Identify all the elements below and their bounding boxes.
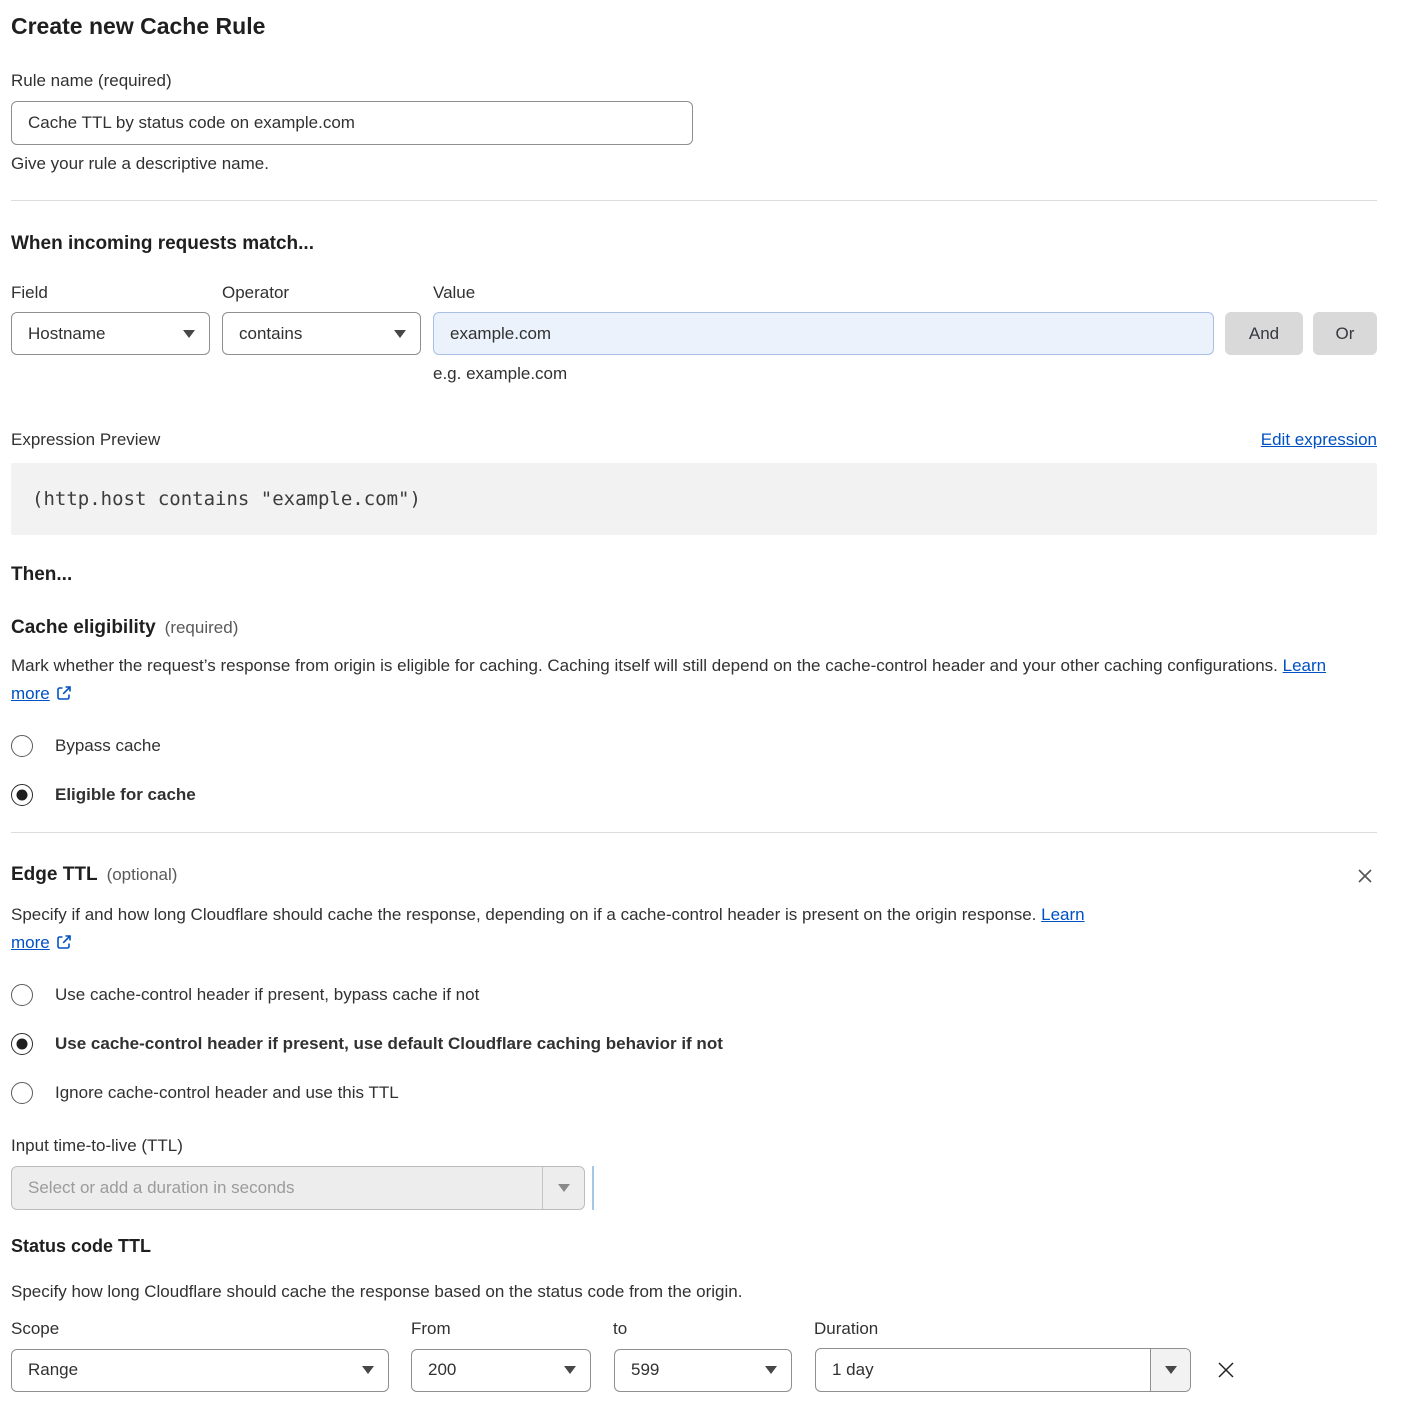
section-divider bbox=[11, 200, 1377, 201]
edge-ttl-description: Specify if and how long Cloudflare shoul… bbox=[11, 901, 1116, 957]
radio-option-ignore-cc[interactable]: Ignore cache-control header and use this… bbox=[11, 1082, 1377, 1104]
radio-label: Bypass cache bbox=[55, 736, 161, 756]
radio-label: Use cache-control header if present, use… bbox=[55, 1034, 723, 1054]
radio-selected-icon[interactable] bbox=[11, 1033, 33, 1055]
cache-eligibility-description-text: Mark whether the request’s response from… bbox=[11, 656, 1278, 675]
chevron-down-icon bbox=[183, 330, 195, 338]
and-button[interactable]: And bbox=[1225, 312, 1303, 355]
expression-code: (http.host contains "example.com") bbox=[32, 488, 421, 510]
operator-select[interactable]: contains bbox=[222, 312, 421, 355]
radio-option-cc-bypass[interactable]: Use cache-control header if present, byp… bbox=[11, 984, 1377, 1006]
ttl-select-arrow-button[interactable] bbox=[542, 1167, 584, 1209]
radio-unselected-icon[interactable] bbox=[11, 735, 33, 757]
chevron-down-icon bbox=[564, 1366, 576, 1374]
radio-option-eligible-for-cache[interactable]: Eligible for cache bbox=[11, 784, 1377, 806]
match-labels-row: Field Operator Value bbox=[11, 283, 1377, 303]
cache-eligibility-heading: Cache eligibility bbox=[11, 617, 156, 639]
status-code-ttl-description: Specify how long Cloudflare should cache… bbox=[11, 1278, 1377, 1306]
external-link-icon bbox=[56, 931, 72, 947]
create-cache-rule-form: Create new Cache Rule Rule name (require… bbox=[0, 0, 1412, 1416]
edit-expression-link[interactable]: Edit expression bbox=[1261, 430, 1377, 450]
status-code-ttl-heading: Status code TTL bbox=[11, 1236, 1377, 1257]
chevron-down-icon bbox=[558, 1184, 570, 1192]
cache-eligibility-description: Mark whether the request’s response from… bbox=[11, 652, 1356, 708]
from-select-value: 200 bbox=[428, 1360, 554, 1380]
expression-header: Expression Preview Edit expression bbox=[11, 430, 1377, 450]
edge-ttl-heading-group: Edge TTL (optional) bbox=[11, 864, 177, 886]
duration-select-arrow-button[interactable] bbox=[1150, 1349, 1190, 1391]
status-labels-row: Scope From to Duration bbox=[11, 1319, 1377, 1339]
close-icon bbox=[1355, 874, 1375, 889]
expression-preview-label: Expression Preview bbox=[11, 430, 160, 450]
to-select-value: 599 bbox=[631, 1360, 755, 1380]
ttl-input-label: Input time-to-live (TTL) bbox=[11, 1136, 1377, 1156]
required-note: (required) bbox=[165, 618, 239, 638]
value-hint: e.g. example.com bbox=[433, 364, 1377, 384]
radio-label: Eligible for cache bbox=[55, 785, 196, 805]
operator-label: Operator bbox=[222, 283, 433, 303]
scope-select-value: Range bbox=[28, 1360, 352, 1380]
field-select-value: Hostname bbox=[28, 324, 173, 344]
ttl-select-placeholder: Select or add a duration in seconds bbox=[12, 1178, 542, 1198]
text-cursor-bar bbox=[592, 1166, 594, 1210]
field-label: Field bbox=[11, 283, 222, 303]
from-label: From bbox=[411, 1319, 613, 1339]
edge-ttl-heading: Edge TTL bbox=[11, 864, 98, 886]
status-controls-row: Range 200 599 1 day bbox=[11, 1348, 1377, 1392]
chevron-down-icon bbox=[1165, 1366, 1177, 1374]
operator-select-value: contains bbox=[239, 324, 384, 344]
ttl-duration-select[interactable]: Select or add a duration in seconds bbox=[11, 1166, 585, 1210]
edge-ttl-heading-row: Edge TTL (optional) bbox=[11, 864, 1377, 888]
expression-preview-box: (http.host contains "example.com") bbox=[11, 463, 1377, 535]
to-label: to bbox=[613, 1319, 814, 1339]
radio-label: Ignore cache-control header and use this… bbox=[55, 1083, 399, 1103]
rule-name-label: Rule name (required) bbox=[11, 71, 1377, 91]
chevron-down-icon bbox=[394, 330, 406, 338]
chevron-down-icon bbox=[765, 1366, 777, 1374]
duration-select-value: 1 day bbox=[816, 1349, 1150, 1391]
rule-name-input[interactable] bbox=[11, 101, 693, 145]
radio-unselected-icon[interactable] bbox=[11, 1082, 33, 1104]
external-link-icon bbox=[56, 682, 72, 698]
page-title: Create new Cache Rule bbox=[11, 13, 1377, 40]
scope-select[interactable]: Range bbox=[11, 1349, 389, 1392]
ttl-select-row: Select or add a duration in seconds bbox=[11, 1166, 1377, 1210]
from-select[interactable]: 200 bbox=[411, 1349, 591, 1392]
remove-status-ttl-row-button[interactable] bbox=[1212, 1356, 1240, 1384]
match-heading: When incoming requests match... bbox=[11, 233, 1377, 255]
field-select[interactable]: Hostname bbox=[11, 312, 210, 355]
rule-name-helper: Give your rule a descriptive name. bbox=[11, 154, 1377, 174]
close-icon bbox=[1214, 1370, 1238, 1385]
or-button[interactable]: Or bbox=[1313, 312, 1377, 355]
chevron-down-icon bbox=[362, 1366, 374, 1374]
optional-note: (optional) bbox=[107, 865, 178, 885]
section-divider bbox=[11, 832, 1377, 833]
radio-selected-icon[interactable] bbox=[11, 784, 33, 806]
then-heading: Then... bbox=[11, 564, 1377, 586]
value-input[interactable] bbox=[433, 312, 1214, 355]
edge-ttl-description-text: Specify if and how long Cloudflare shoul… bbox=[11, 905, 1036, 924]
radio-option-cc-default[interactable]: Use cache-control header if present, use… bbox=[11, 1033, 1377, 1055]
duration-label: Duration bbox=[814, 1319, 878, 1339]
to-select[interactable]: 599 bbox=[614, 1349, 792, 1392]
value-label: Value bbox=[433, 283, 475, 303]
cache-eligibility-heading-row: Cache eligibility (required) bbox=[11, 617, 1377, 639]
close-edge-ttl-button[interactable] bbox=[1353, 864, 1377, 888]
radio-label: Use cache-control header if present, byp… bbox=[55, 985, 479, 1005]
scope-label: Scope bbox=[11, 1319, 411, 1339]
duration-select[interactable]: 1 day bbox=[815, 1348, 1191, 1392]
match-controls-row: Hostname contains And Or bbox=[11, 312, 1377, 355]
radio-option-bypass-cache[interactable]: Bypass cache bbox=[11, 735, 1377, 757]
radio-unselected-icon[interactable] bbox=[11, 984, 33, 1006]
